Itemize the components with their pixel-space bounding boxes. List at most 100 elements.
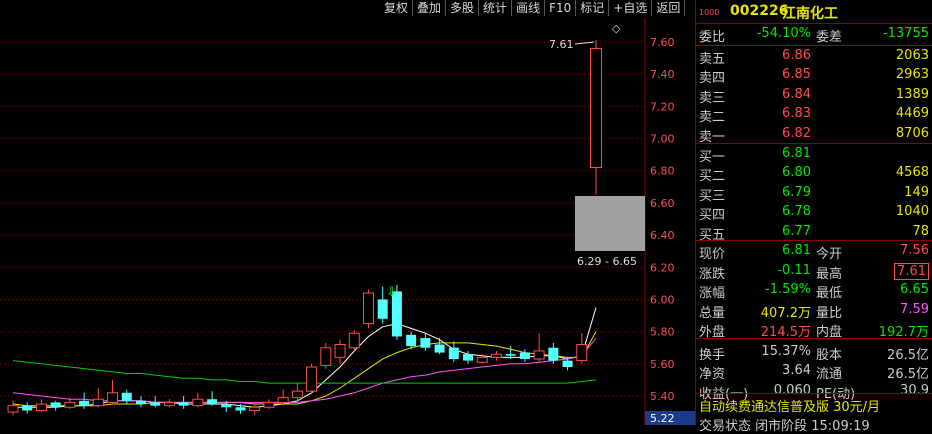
ad-banner[interactable]: 自动续费通达信普及版 30元/月: [699, 396, 880, 415]
candle-body[interactable]: [463, 354, 474, 361]
candle-body[interactable]: [434, 344, 445, 353]
level-label: 卖三: [699, 90, 726, 106]
candle-body[interactable]: [562, 360, 573, 368]
candle-body[interactable]: [135, 400, 146, 405]
candle-body[interactable]: [490, 353, 502, 358]
candle-body[interactable]: [306, 366, 318, 392]
candle-body[interactable]: [178, 402, 189, 406]
candle-body[interactable]: [448, 347, 459, 359]
toolbar-item[interactable]: 返回: [652, 0, 686, 16]
candle-body[interactable]: [590, 47, 602, 169]
candle-body[interactable]: [348, 332, 360, 349]
stat-value: 15.37%: [761, 343, 811, 359]
candle-body[interactable]: [192, 398, 204, 407]
candle-body[interactable]: [64, 401, 76, 408]
candle-body[interactable]: [7, 405, 19, 413]
ask-row[interactable]: 卖五 6.86 2063: [696, 46, 932, 67]
candle-body[interactable]: [320, 347, 332, 366]
candle-body[interactable]: [334, 344, 346, 358]
y-tick-label: 7.40: [650, 68, 675, 81]
bid-row[interactable]: 买一 6.81: [696, 144, 932, 165]
candle-body[interactable]: [519, 352, 530, 359]
bid-row[interactable]: 买四 6.78 1040: [696, 202, 932, 223]
toolbar-item[interactable]: 多股: [446, 0, 480, 16]
bid-row[interactable]: 买二 6.80 4568: [696, 163, 932, 184]
stat-value-2: 30.9: [900, 382, 929, 398]
candle-body[interactable]: [576, 344, 588, 362]
bid-row[interactable]: 买三 6.79 149: [696, 183, 932, 204]
candle-body[interactable]: [207, 399, 218, 405]
candle-body[interactable]: [533, 350, 545, 360]
toolbar-item[interactable]: 复权: [380, 0, 414, 16]
diff-label: 委差: [816, 30, 843, 45]
stat-label-2: 最低: [816, 286, 843, 301]
candle-body[interactable]: [406, 334, 417, 347]
candle-body[interactable]: [377, 299, 388, 319]
candle-body[interactable]: [362, 292, 374, 325]
y-tick-label: 6.80: [650, 165, 675, 178]
stat-label: 涨幅: [699, 286, 726, 301]
candle-body[interactable]: [291, 390, 303, 399]
level-label: 卖一: [699, 129, 726, 145]
ask-row[interactable]: 卖三 6.84 1389: [696, 85, 932, 106]
ask-row[interactable]: 卖四 6.85 2963: [696, 65, 932, 86]
candle-body[interactable]: [35, 403, 47, 411]
stat-label-2: 今开: [816, 247, 843, 262]
candle-body[interactable]: [150, 402, 161, 406]
level-label: 买四: [699, 208, 726, 224]
toolbar-item[interactable]: 画线: [512, 0, 546, 16]
level-label: 卖四: [699, 71, 726, 87]
candle-body[interactable]: [107, 392, 119, 403]
candle-body[interactable]: [79, 400, 90, 406]
level-price: 6.78: [782, 204, 811, 220]
candle-body[interactable]: [121, 392, 132, 401]
diff-value: -13755: [882, 26, 929, 41]
stat-value: 407.2万: [760, 305, 811, 321]
level-label: 买二: [699, 169, 726, 185]
candle-body[interactable]: [476, 356, 488, 363]
level-label: 买三: [699, 188, 726, 204]
y-tick-label: 7.20: [650, 100, 675, 113]
toolbar-item[interactable]: 标记: [576, 0, 610, 16]
kline-chart[interactable]: 7.60 7.40 7.20 7.00 6.80 6.60 6.40 6.20 6.00 5.80…: [0, 0, 695, 425]
candle-body[interactable]: [505, 354, 516, 356]
stat-row: 总量 407.2万 量比 7.59: [696, 300, 932, 321]
level-volume: 149: [904, 184, 929, 200]
level-price: 6.79: [782, 184, 811, 200]
toolbar-item[interactable]: F10: [545, 0, 577, 16]
candle-body[interactable]: [50, 402, 61, 408]
stat-label: 涨跌: [699, 266, 726, 282]
stat-value-2: 26.5亿: [887, 367, 929, 382]
candle-body[interactable]: [163, 401, 175, 407]
candle-body[interactable]: [221, 404, 232, 408]
candle-body[interactable]: [420, 338, 431, 348]
diamond-icon[interactable]: ◇: [612, 22, 621, 35]
candle-body[interactable]: [92, 398, 104, 407]
candle-body[interactable]: [22, 405, 33, 411]
stat-label-2: 流通: [816, 367, 843, 382]
range-label: 6.29 - 6.65: [577, 255, 637, 268]
level-price: 6.80: [782, 165, 811, 181]
level-price: 6.82: [782, 125, 811, 141]
toolbar-item[interactable]: 统计: [479, 0, 513, 16]
ratio-value: -54.10%: [756, 26, 811, 41]
stat-label: 总量: [699, 305, 726, 321]
stock-header: 1000 002226 江南化工: [696, 1, 932, 22]
stat-row: 涨跌 -0.11 最高 7.61: [696, 261, 932, 282]
stock-badge: 1000: [699, 8, 720, 17]
stat-value: 6.81: [782, 243, 811, 258]
stat-value: -1.59%: [765, 282, 811, 297]
stat-value-2: 7.59: [900, 301, 929, 317]
stock-code: 002226: [730, 3, 789, 19]
candle-body[interactable]: [235, 407, 246, 411]
toolbar-item[interactable]: +自选: [609, 0, 653, 16]
y-tick-label: 6.60: [650, 197, 675, 210]
ask-row[interactable]: 卖二 6.83 4469: [696, 104, 932, 125]
ma-line-ma5: [13, 307, 597, 408]
candle-body[interactable]: [277, 397, 289, 403]
candle-body[interactable]: [548, 347, 559, 361]
candle-body[interactable]: [249, 406, 261, 411]
toolbar-item[interactable]: 叠加: [413, 0, 447, 16]
ask-row[interactable]: 卖一 6.82 8706: [696, 124, 932, 145]
candle-body[interactable]: [263, 401, 275, 408]
